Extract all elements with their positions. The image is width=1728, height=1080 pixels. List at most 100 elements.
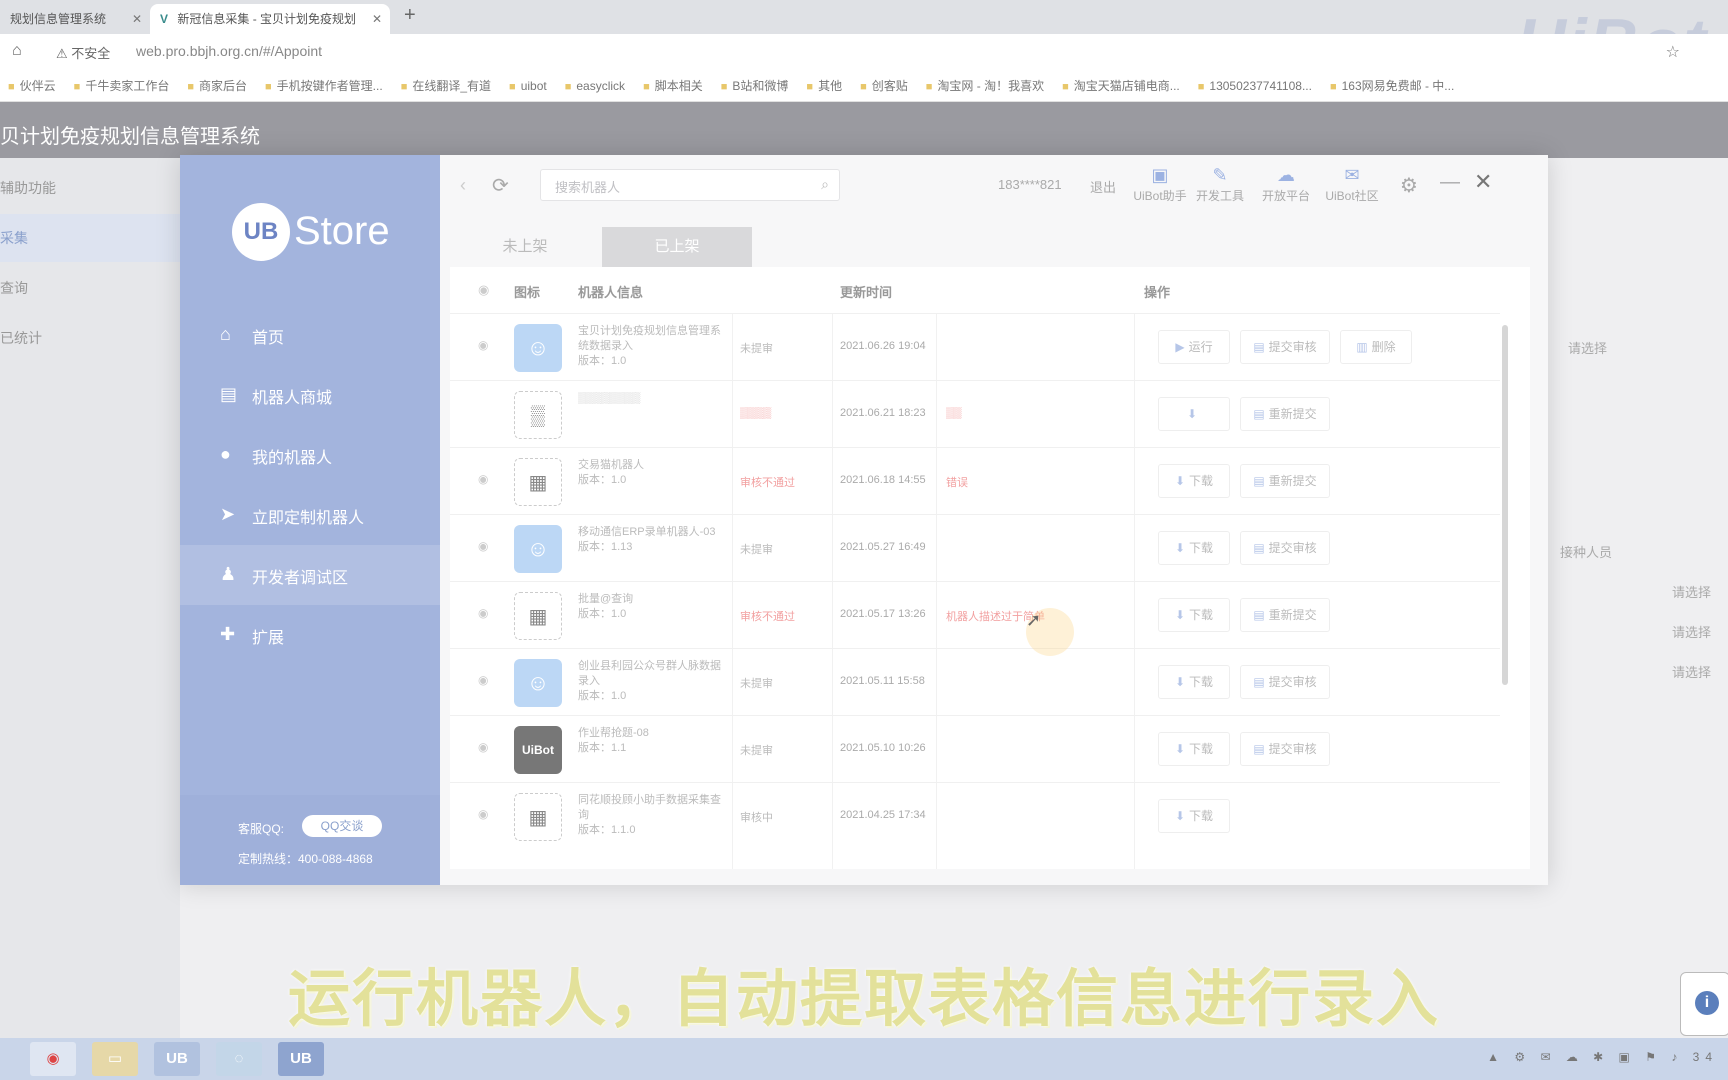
bookmark-item[interactable]: 淘宝网 - 淘！我喜欢 (926, 70, 1044, 101)
table-row[interactable]: ◉ ▦ 同花顺投顾小助手数据采集查询 版本：1.1.0 审核中 2021.04.2… (450, 782, 1500, 849)
select-placeholder[interactable]: 请选择 (1672, 662, 1711, 681)
header-updated: 更新时间 (840, 285, 893, 300)
nav-extensions[interactable]: ✚ 扩展 (180, 605, 440, 665)
url-input[interactable]: web.pro.bbjh.org.cn/#/Appoint (136, 43, 322, 59)
table-row[interactable]: ▒ ▒▒▒▒▒▒▒▒ ▒▒▒▒ 2021.06.21 18:23 ▒▒ ⬇ ▤ 重… (450, 380, 1500, 447)
bookmark-item[interactable]: 淘宝天猫店铺电商... (1062, 70, 1180, 101)
sidebar-item-assist[interactable]: 辅助功能 (0, 164, 180, 212)
chrome-icon[interactable]: ◉ (30, 1042, 76, 1076)
bookmark-item[interactable]: 在线翻译_有道 (401, 70, 491, 101)
tool-uibot-assistant[interactable]: ▣ UiBot助手 (1130, 165, 1190, 204)
bookmark-item[interactable]: 其他 (806, 70, 842, 101)
resubmit-button[interactable]: ▤ 重新提交 (1240, 464, 1330, 498)
bookmark-item[interactable]: 手机按键作者管理... (265, 70, 383, 101)
nav-my-robots[interactable]: ● 我的机器人 (180, 425, 440, 485)
sidebar-item-query[interactable]: 查询 (0, 264, 180, 312)
robot-icon: ● (220, 444, 231, 464)
bookmark-item[interactable]: uibot (509, 70, 547, 101)
select-placeholder[interactable]: 请选择 (1672, 582, 1711, 601)
home-icon[interactable]: ⌂ (12, 42, 30, 60)
table-row[interactable]: ◉ UiBot 作业帮抢题-08 版本：1.1 未提审 2021.05.10 10… (450, 715, 1500, 782)
new-tab-icon[interactable]: + (404, 4, 416, 27)
bookmark-item[interactable]: 脚本相关 (643, 70, 703, 101)
bookmark-item[interactable]: 商家后台 (187, 70, 247, 101)
system-tray: ▲ ⚙ ✉ ☁ ✱ ▣ ⚑ ♪ 34 (1487, 1050, 1718, 1064)
table-scrollbar[interactable] (1502, 325, 1508, 685)
eye-icon[interactable]: ◉ (478, 807, 488, 821)
close-tab-icon[interactable]: ✕ (132, 4, 142, 34)
nav-custom-robot[interactable]: ➤ 立即定制机器人 (180, 485, 440, 545)
table-row[interactable]: ◉ ☺ 创业县利园公众号群人脉数据录入 版本：1.0 未提审 2021.05.11… (450, 648, 1500, 715)
refresh-icon[interactable]: ⟳ (492, 173, 509, 198)
run-button[interactable]: ▶ 运行 (1158, 330, 1230, 364)
select-placeholder[interactable]: 请选择 (1672, 622, 1711, 641)
eye-icon[interactable]: ◉ (478, 539, 488, 553)
robot-info: 批量@查询 版本：1.0 (578, 592, 728, 622)
robot-name: 交易猫机器人 (578, 459, 644, 471)
download-button[interactable]: ⬇ 下载 (1158, 531, 1230, 565)
close-icon[interactable]: ✕ (1474, 169, 1492, 195)
nav-label: 立即定制机器人 (252, 510, 365, 527)
eye-icon[interactable]: ◉ (478, 673, 488, 687)
uibot-app-icon-active[interactable]: UB (278, 1042, 324, 1076)
robot-search-input[interactable]: 搜索机器人 ⌕ (540, 169, 840, 201)
bookmark-star-icon[interactable]: ☆ (1666, 42, 1680, 62)
search-icon[interactable]: ⌕ (821, 176, 829, 193)
logout-link[interactable]: 退出 (1090, 177, 1116, 196)
app-sidebar: 辅助功能 采集 查询 已统计 (0, 158, 180, 1038)
bookmark-item[interactable]: 13050237741108... (1198, 70, 1312, 101)
download-button[interactable]: ⬇ 下载 (1158, 598, 1230, 632)
sidebar-item-stats[interactable]: 已统计 (0, 314, 180, 362)
sidebar-item-collect[interactable]: 采集 (0, 214, 180, 262)
uibot-app-icon[interactable]: UB (154, 1042, 200, 1076)
nav-developer-area[interactable]: ♟ 开发者调试区 (180, 545, 440, 605)
eye-icon[interactable]: ◉ (478, 338, 488, 352)
download-button[interactable]: ⬇ 下载 (1158, 732, 1230, 766)
nav-home[interactable]: ⌂ 首页 (180, 305, 440, 365)
download-button[interactable]: ⬇ 下载 (1158, 464, 1230, 498)
tool-dev-tools[interactable]: ✎ 开发工具 (1190, 165, 1250, 204)
back-icon[interactable]: ‹ (460, 175, 466, 196)
delete-button[interactable]: ▥ 删除 (1340, 330, 1412, 364)
submit-review-button[interactable]: ▤ 提交审核 (1240, 732, 1330, 766)
browser-tab[interactable]: 规划信息管理系统 ✕ (0, 4, 150, 34)
insecure-label[interactable]: ⚠ 不安全 (56, 43, 110, 62)
resubmit-button[interactable]: ▤ 重新提交 (1240, 598, 1330, 632)
folder-icon[interactable]: ▭ (92, 1042, 138, 1076)
account-label: 183****821 (998, 177, 1062, 192)
submit-review-button[interactable]: ▤ 提交审核 (1240, 665, 1330, 699)
eye-icon[interactable]: ◉ (478, 740, 488, 754)
table-row[interactable]: ◉ ☺ 移动通信ERP录单机器人-03 版本：1.13 未提审 2021.05.2… (450, 514, 1500, 581)
table-row[interactable]: ◉ ▦ 交易猫机器人 版本：1.0 审核不通过 2021.06.18 14:55 … (450, 447, 1500, 514)
action-label: 提交审核 (1268, 742, 1317, 756)
table-row[interactable]: ◉ ▦ 批量@查询 版本：1.0 审核不通过 2021.05.17 13:26 机… (450, 581, 1500, 648)
nav-robot-store[interactable]: ▤ 机器人商城 (180, 365, 440, 425)
ie-icon[interactable]: ◌ (216, 1042, 262, 1076)
gear-icon[interactable]: ⚙ (1400, 173, 1418, 198)
bookmark-item[interactable]: 千牛卖家工作台 (74, 70, 169, 101)
bookmark-item[interactable]: 创客贴 (860, 70, 908, 101)
tab-unpublished[interactable]: 未上架 (450, 227, 600, 267)
tool-open-platform[interactable]: ☁ 开放平台 (1256, 165, 1316, 204)
download-button[interactable]: ⬇ (1158, 397, 1230, 431)
eye-icon[interactable]: ◉ (478, 472, 488, 486)
bookmark-item[interactable]: easyclick (565, 70, 625, 101)
bookmark-item[interactable]: 163网易免费邮 - 中... (1330, 70, 1455, 101)
browser-tab-active[interactable]: V 新冠信息采集 - 宝贝计划免疫规划 ✕ (150, 4, 390, 34)
minimize-icon[interactable]: — (1440, 171, 1460, 194)
submit-review-button[interactable]: ▤ 提交审核 (1240, 531, 1330, 565)
download-button[interactable]: ⬇ 下载 (1158, 799, 1230, 833)
select-placeholder[interactable]: 请选择 (1568, 338, 1607, 357)
bookmark-item[interactable]: B站和微博 (721, 70, 788, 101)
bookmark-item[interactable]: 伙伴云 (8, 70, 56, 101)
table-row[interactable]: ◉ ☺ 宝贝计划免疫规划信息管理系统数据录入 版本：1.0 未提审 2021.06… (450, 313, 1500, 380)
tab-published[interactable]: 已上架 (602, 227, 752, 267)
submit-review-button[interactable]: ▤ 提交审核 (1240, 330, 1330, 364)
qq-chat-button[interactable]: QQ交谈 (302, 815, 382, 837)
resubmit-button[interactable]: ▤ 重新提交 (1240, 397, 1330, 431)
info-button[interactable]: i (1680, 972, 1728, 1036)
tool-community[interactable]: ✉ UiBot社区 (1322, 165, 1382, 204)
download-button[interactable]: ⬇ 下载 (1158, 665, 1230, 699)
eye-icon[interactable]: ◉ (478, 606, 488, 620)
close-tab-icon[interactable]: ✕ (372, 4, 382, 34)
